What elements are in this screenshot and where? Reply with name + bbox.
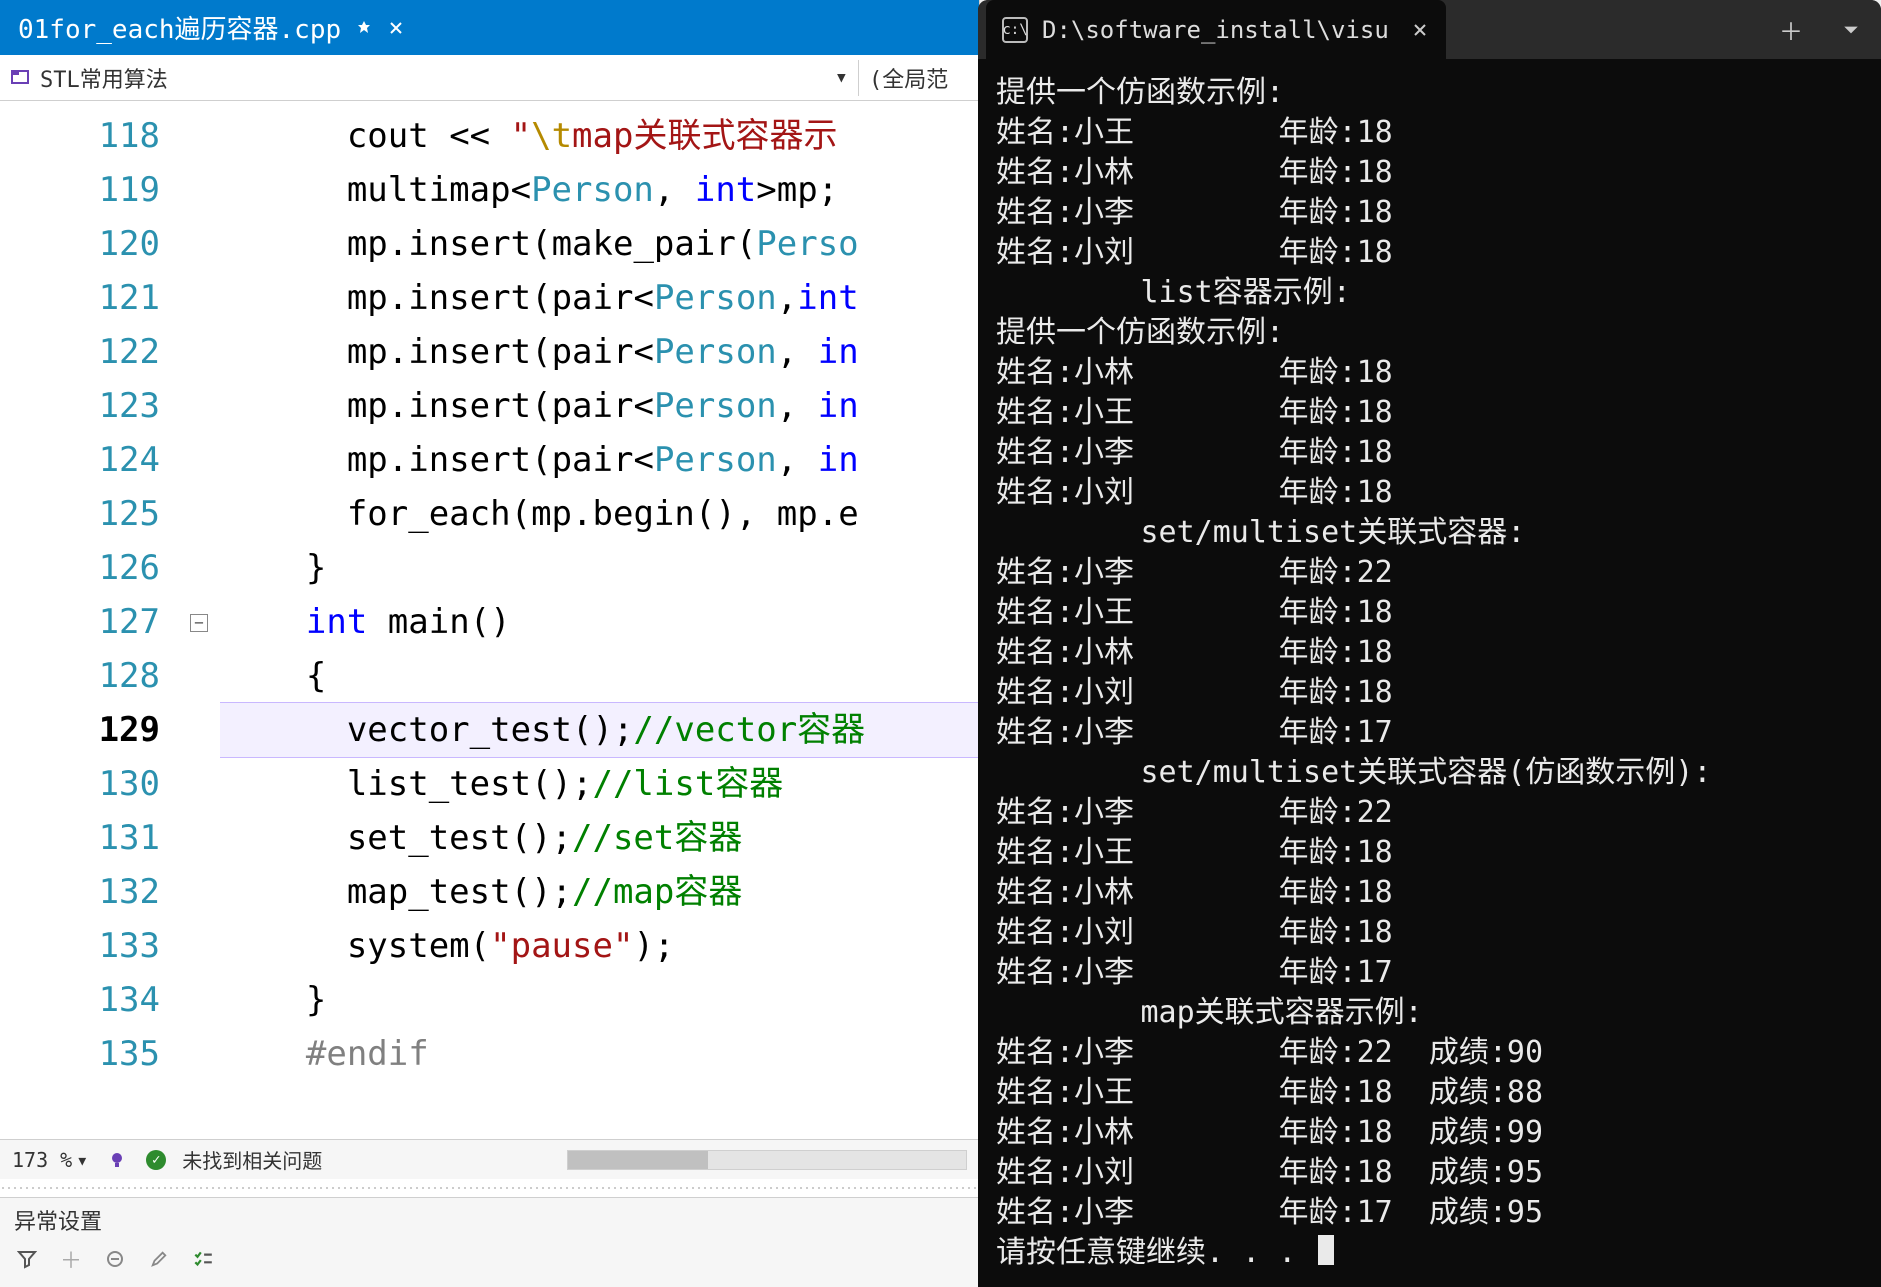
pencil-icon[interactable]	[146, 1246, 172, 1272]
editor-tabbar: 01for_each遍历容器.cpp	[0, 0, 979, 55]
line-number: 127	[0, 595, 160, 649]
minus-circle-icon[interactable]	[102, 1246, 128, 1272]
line-number-gutter: 1181191201211221231241251261271281291301…	[0, 101, 190, 1139]
code-line[interactable]: int main()	[220, 595, 979, 649]
terminal-tab[interactable]: c:\ D:\software_install\visual_stu	[986, 0, 1446, 59]
panel-grip[interactable]	[0, 1183, 979, 1191]
fold-toggle-icon[interactable]: −	[190, 614, 208, 632]
code-line[interactable]: vector_test();//vector容器	[220, 703, 979, 757]
editor-statusbar: 173 % ▾ ✓ 未找到相关问题	[0, 1139, 979, 1179]
line-number: 132	[0, 865, 160, 919]
line-number: 123	[0, 379, 160, 433]
code-line[interactable]: mp.insert(pair<Person,int	[220, 271, 979, 325]
code-line[interactable]: {	[220, 649, 979, 703]
line-number: 134	[0, 973, 160, 1027]
line-number: 118	[0, 109, 160, 163]
code-line[interactable]: mp.insert(pair<Person, in	[220, 325, 979, 379]
issues-status-text: 未找到相关问题	[182, 1145, 322, 1174]
line-number: 119	[0, 163, 160, 217]
code-line[interactable]: cout << "\tmap关联式容器示	[220, 109, 979, 163]
code-line[interactable]: mp.insert(pair<Person, in	[220, 433, 979, 487]
line-number: 126	[0, 541, 160, 595]
lightbulb-icon[interactable]	[104, 1147, 130, 1173]
code-line[interactable]: }	[220, 973, 979, 1027]
code-line[interactable]: }	[220, 541, 979, 595]
code-line[interactable]: mp.insert(make_pair(Perso	[220, 217, 979, 271]
line-number: 130	[0, 757, 160, 811]
plus-icon[interactable]: ＋	[58, 1246, 84, 1272]
scope-dropdown-global-label: (全局范	[869, 62, 948, 94]
scope-dropdown-global[interactable]: (全局范	[859, 60, 979, 96]
terminal-titlebar: c:\ D:\software_install\visual_stu ＋	[978, 0, 1881, 59]
pin-icon[interactable]	[355, 19, 373, 37]
code-line[interactable]: list_test();//list容器	[220, 757, 979, 811]
zoom-value: 173 %	[12, 1148, 72, 1172]
exceptions-panel: 异常设置 ＋	[0, 1197, 979, 1287]
fold-column: −	[190, 101, 220, 1139]
code-line[interactable]: set_test();//set容器	[220, 811, 979, 865]
code-line[interactable]: for_each(mp.begin(), mp.e	[220, 487, 979, 541]
terminal-cursor	[1318, 1235, 1334, 1265]
chevron-down-icon: ▾	[835, 65, 848, 90]
tab-filename: 01for_each遍历容器.cpp	[18, 9, 341, 46]
code-line[interactable]: system("pause");	[220, 919, 979, 973]
line-number: 135	[0, 1027, 160, 1081]
scope-dropdown-namespace[interactable]: STL常用算法 ▾	[0, 60, 859, 96]
terminal-window: c:\ D:\software_install\visual_stu ＋ 提供一…	[978, 0, 1881, 1287]
split-dropdown-icon[interactable]	[1821, 0, 1881, 59]
checklist-icon[interactable]	[190, 1246, 216, 1272]
code-area[interactable]: 1181191201211221231241251261271281291301…	[0, 101, 979, 1139]
line-number: 125	[0, 487, 160, 541]
code-line[interactable]: #endif	[220, 1027, 979, 1081]
check-ok-icon: ✓	[146, 1150, 166, 1170]
new-tab-button[interactable]: ＋	[1761, 0, 1821, 59]
terminal-icon: c:\	[1002, 17, 1028, 43]
close-icon[interactable]	[1412, 16, 1428, 44]
namespace-icon	[10, 67, 32, 89]
code-line[interactable]: map_test();//map容器	[220, 865, 979, 919]
zoom-level[interactable]: 173 % ▾	[12, 1148, 88, 1172]
chevron-down-icon: ▾	[76, 1148, 88, 1172]
scope-bar: STL常用算法 ▾ (全局范	[0, 55, 979, 101]
line-number: 121	[0, 271, 160, 325]
filter-icon[interactable]	[14, 1246, 40, 1272]
scope-dropdown-label: STL常用算法	[40, 62, 168, 94]
terminal-tab-title: D:\software_install\visual_stu	[1042, 16, 1388, 44]
terminal-output[interactable]: 提供一个仿函数示例: 姓名:小王 年龄:18 姓名:小林 年龄:18 姓名:小李…	[978, 59, 1881, 1287]
horizontal-scrollbar[interactable]	[338, 1150, 967, 1170]
code-text[interactable]: cout << "\tmap关联式容器示 multimap<Person, in…	[220, 101, 979, 1139]
ide-window: 01for_each遍历容器.cpp STL常用算法 ▾ (全局范 118119…	[0, 0, 980, 1287]
line-number: 129	[0, 703, 160, 757]
close-icon[interactable]	[387, 19, 405, 37]
line-number: 128	[0, 649, 160, 703]
line-number: 120	[0, 217, 160, 271]
code-line[interactable]: multimap<Person, int>mp;	[220, 163, 979, 217]
line-number: 131	[0, 811, 160, 865]
exceptions-panel-title: 异常设置	[14, 1204, 965, 1236]
line-number: 133	[0, 919, 160, 973]
line-number: 124	[0, 433, 160, 487]
line-number: 122	[0, 325, 160, 379]
editor-tab-active[interactable]: 01for_each遍历容器.cpp	[0, 0, 423, 55]
code-line[interactable]: mp.insert(pair<Person, in	[220, 379, 979, 433]
